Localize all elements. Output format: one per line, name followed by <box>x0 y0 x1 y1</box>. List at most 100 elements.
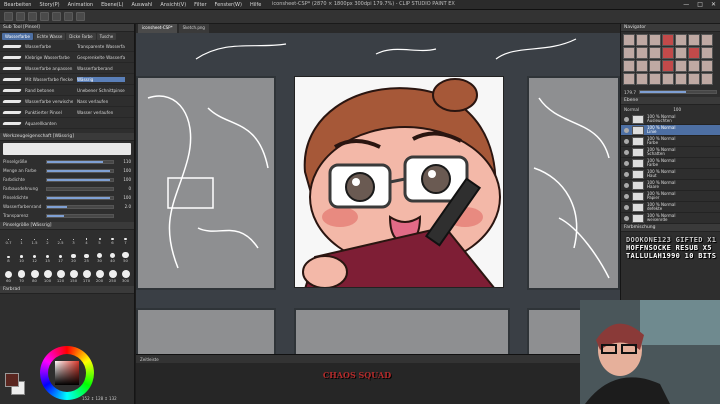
brush-item[interactable]: Klebrige Wasserfarbe Gesprenkelte Wasserf… <box>0 52 134 63</box>
icon-thumbnail[interactable] <box>662 60 674 72</box>
layer-row[interactable]: 100 % Normal defekte <box>621 202 720 213</box>
menu-bearbeiten[interactable]: Bearbeiten <box>0 2 35 8</box>
clear-icon[interactable] <box>64 12 73 21</box>
icon-thumbnail[interactable] <box>688 73 700 85</box>
subtab-dicke-farbe[interactable]: Dicke Farbe <box>66 33 96 40</box>
brush-size-preset[interactable]: 30 <box>94 247 105 263</box>
icon-thumbnail[interactable] <box>623 34 635 46</box>
icon-thumbnail[interactable] <box>662 73 674 85</box>
eye-icon[interactable] <box>624 116 629 122</box>
brush-size-preset[interactable]: 100 <box>42 265 53 283</box>
brush-size-preset[interactable]: 170 <box>81 265 92 283</box>
brush-item[interactable]: Wasserfarbe verwischen Nass verlaufen <box>0 96 134 107</box>
menu-fenster[interactable]: Fenster(W) <box>211 2 246 8</box>
icon-thumbnail[interactable] <box>636 47 648 59</box>
icon-thumbnail[interactable] <box>649 47 661 59</box>
menu-story[interactable]: Story(P) <box>35 2 63 8</box>
layer-row[interactable]: 100 % Normal Farbe <box>621 158 720 169</box>
zoom-slider[interactable] <box>639 90 717 94</box>
brush-size-preset[interactable]: 0.7 <box>3 233 14 245</box>
eye-icon[interactable] <box>624 215 629 221</box>
close-icon[interactable]: ✕ <box>711 1 716 8</box>
tab-sketch[interactable]: Sketch.png <box>178 24 209 33</box>
property-slider[interactable] <box>46 186 114 191</box>
icon-thumbnail[interactable] <box>649 60 661 72</box>
brush-size-preset[interactable]: 250 <box>107 265 118 283</box>
foreground-color-swatch[interactable] <box>5 373 19 387</box>
tab-iconsheet[interactable]: iconsheet-CSP* <box>138 24 177 33</box>
icon-thumbnail[interactable] <box>649 73 661 85</box>
layer-opacity[interactable]: 100 <box>667 107 681 112</box>
icon-thumbnail[interactable] <box>623 47 635 59</box>
brush-size-preset[interactable]: 8 <box>3 247 14 263</box>
icon-thumbnail[interactable] <box>636 60 648 72</box>
brush-size-preset[interactable]: 5 <box>94 233 105 245</box>
layer-row[interactable]: 100 % Normal Linie <box>621 125 720 136</box>
menu-animation[interactable]: Animation <box>64 2 98 8</box>
menu-filter[interactable]: Filter <box>190 2 210 8</box>
subtab-tusche[interactable]: Tusche <box>96 33 117 40</box>
tool-property-row[interactable]: Pinseldichte 100 <box>0 193 134 202</box>
menu-ansicht[interactable]: Ansicht(V) <box>156 2 190 8</box>
tool-property-row[interactable]: Farbausdehnung 0 <box>0 184 134 193</box>
brush-item[interactable]: Wasserfarbe Transparente Wasserfarbe <box>0 41 134 52</box>
open-file-icon[interactable] <box>16 12 25 21</box>
icon-thumbnail[interactable] <box>675 60 687 72</box>
brush-size-preset[interactable]: 20 <box>68 247 79 263</box>
icon-thumbnail[interactable] <box>701 47 713 59</box>
undo-icon[interactable] <box>40 12 49 21</box>
layer-row[interactable]: 100 % Normal Ausleuchten <box>621 114 720 125</box>
icon-thumbnail[interactable] <box>701 60 713 72</box>
property-slider[interactable] <box>46 177 114 182</box>
icon-thumbnail[interactable] <box>701 73 713 85</box>
eye-icon[interactable] <box>624 160 629 166</box>
property-slider[interactable] <box>46 195 114 200</box>
icon-thumbnail[interactable] <box>688 34 700 46</box>
subtab-wasserfarbe[interactable]: Wasserfarbe <box>2 33 33 40</box>
property-slider[interactable] <box>46 204 114 209</box>
brush-item[interactable]: Aquarellkanten <box>0 118 134 129</box>
icon-thumbnail[interactable] <box>662 34 674 46</box>
brush-size-preset[interactable]: 150 <box>68 265 79 283</box>
property-slider[interactable] <box>46 168 114 173</box>
tool-property-row[interactable]: Farbdichte 100 <box>0 175 134 184</box>
layer-row[interactable]: 100 % Normal Schatten <box>621 147 720 158</box>
brush-size-preset[interactable]: 17 <box>55 247 66 263</box>
subtab-echte-wasser[interactable]: Echte Wasse <box>33 33 66 40</box>
eye-icon[interactable] <box>624 127 629 133</box>
brush-item[interactable]: Wasserfarbe anpassen Wasserfarberand <box>0 63 134 74</box>
brush-size-preset[interactable]: 80 <box>29 265 40 283</box>
brush-size-preset[interactable]: 3 <box>68 233 79 245</box>
layer-row[interactable]: 100 % Normal Haut <box>621 169 720 180</box>
tool-property-row[interactable]: Wasserfarbenrand 2.0 <box>0 202 134 211</box>
brush-size-preset[interactable]: 60 <box>3 265 14 283</box>
maximize-icon[interactable]: □ <box>697 1 703 8</box>
color-wheel[interactable] <box>40 346 94 400</box>
brush-size-preset[interactable]: 25 <box>81 247 92 263</box>
icon-thumbnail[interactable] <box>636 73 648 85</box>
icon-thumbnail[interactable] <box>623 73 635 85</box>
property-slider[interactable] <box>46 213 114 218</box>
tool-property-row[interactable]: Menge an Farbe 100 <box>0 166 134 175</box>
brush-size-preset[interactable]: 1 <box>16 233 27 245</box>
blend-mode-select[interactable]: Normal <box>624 107 664 112</box>
brush-size-preset[interactable]: 2.5 <box>55 233 66 245</box>
brush-size-preset[interactable]: 15 <box>42 247 53 263</box>
layer-row[interactable]: 100 % Normal Farbe <box>621 136 720 147</box>
icon-thumbnail[interactable] <box>662 47 674 59</box>
brush-item[interactable]: Rand betonen Unebener Schnittpinsel <box>0 85 134 96</box>
menu-hilfe[interactable]: Hilfe <box>246 2 265 8</box>
eye-icon[interactable] <box>624 193 629 199</box>
eye-icon[interactable] <box>624 149 629 155</box>
icon-thumbnail[interactable] <box>701 34 713 46</box>
new-file-icon[interactable] <box>4 12 13 21</box>
icon-thumbnail[interactable] <box>675 73 687 85</box>
save-icon[interactable] <box>28 12 37 21</box>
redo-icon[interactable] <box>52 12 61 21</box>
layer-row[interactable]: 100 % Normal Haare <box>621 180 720 191</box>
icon-thumbnail[interactable] <box>688 60 700 72</box>
menu-ebene[interactable]: Ebene(L) <box>97 2 127 8</box>
brush-size-preset[interactable]: 10 <box>16 247 27 263</box>
brush-size-preset[interactable]: 1.5 <box>29 233 40 245</box>
brush-size-preset[interactable]: 12 <box>29 247 40 263</box>
